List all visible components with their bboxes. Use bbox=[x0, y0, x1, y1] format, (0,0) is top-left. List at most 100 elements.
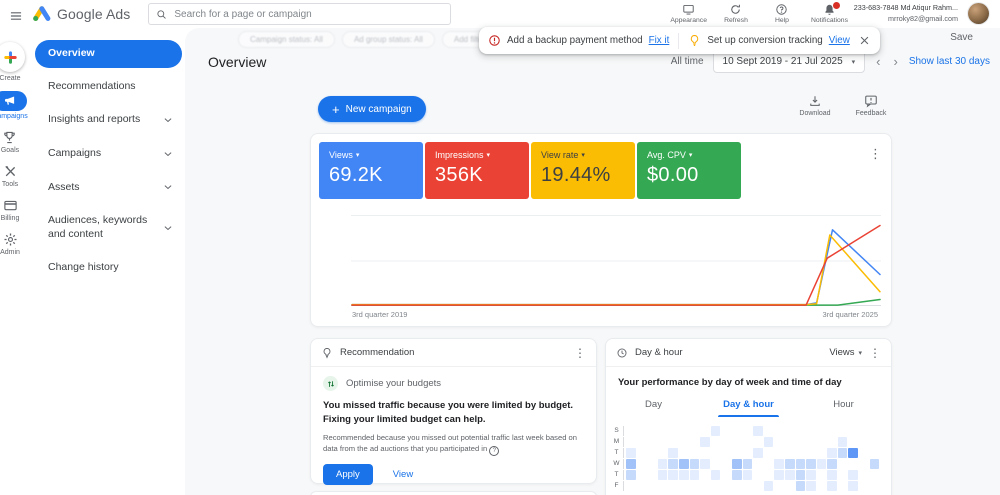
heatmap-cell[interactable] bbox=[785, 470, 795, 480]
heatmap-cell[interactable] bbox=[806, 437, 816, 447]
rail-item-campaigns[interactable]: Campaigns bbox=[0, 91, 28, 120]
avatar[interactable] bbox=[968, 3, 989, 24]
heatmap-cell[interactable] bbox=[827, 426, 837, 436]
help-icon[interactable]: ? bbox=[489, 446, 499, 456]
heatmap-cell[interactable] bbox=[647, 437, 657, 447]
filter-chip[interactable]: Campaign status: All bbox=[238, 31, 335, 48]
heatmap-cell[interactable] bbox=[668, 481, 678, 491]
heatmap-cell[interactable] bbox=[774, 437, 784, 447]
prev-period-button[interactable]: ‹ bbox=[874, 55, 882, 68]
tab-day-hour[interactable]: Day & hour bbox=[701, 392, 796, 417]
heatmap-cell[interactable] bbox=[700, 459, 710, 469]
heatmap-cell[interactable] bbox=[711, 437, 721, 447]
heatmap-cell[interactable] bbox=[838, 426, 848, 436]
heatmap-cell[interactable] bbox=[690, 459, 700, 469]
heatmap-cell[interactable] bbox=[658, 459, 668, 469]
sidebar-item-overview[interactable]: Overview bbox=[35, 40, 182, 68]
heatmap-cell[interactable] bbox=[817, 470, 827, 480]
heatmap-cell[interactable] bbox=[774, 470, 784, 480]
heatmap-cell[interactable] bbox=[626, 437, 636, 447]
heatmap-cell[interactable] bbox=[859, 470, 869, 480]
heatmap-cell[interactable] bbox=[732, 481, 742, 491]
heatmap-cell[interactable] bbox=[753, 459, 763, 469]
account-info[interactable]: 233-683-7848 Md Atiqur Rahm... mrroky82@… bbox=[854, 3, 958, 25]
heatmap-cell[interactable] bbox=[753, 481, 763, 491]
heatmap-cell[interactable] bbox=[753, 470, 763, 480]
heatmap-cell[interactable] bbox=[668, 448, 678, 458]
heatmap-cell[interactable] bbox=[774, 481, 784, 491]
heatmap-cell[interactable] bbox=[732, 437, 742, 447]
heatmap-cell[interactable] bbox=[658, 426, 668, 436]
heatmap-cell[interactable] bbox=[732, 448, 742, 458]
scorecard-avg-cpv[interactable]: Avg. CPV▾$0.00 bbox=[637, 142, 741, 199]
metric-selector[interactable]: Views ▾ bbox=[829, 347, 862, 358]
sidebar-item-change-history[interactable]: Change history bbox=[35, 253, 182, 283]
megaphone-icon-pill[interactable] bbox=[0, 91, 27, 111]
heatmap-cell[interactable] bbox=[838, 448, 848, 458]
global-search[interactable] bbox=[148, 3, 451, 25]
heatmap-cell[interactable] bbox=[721, 437, 731, 447]
heatmap-cell[interactable] bbox=[626, 426, 636, 436]
heatmap-cell[interactable] bbox=[870, 470, 880, 480]
heatmap-cell[interactable] bbox=[637, 448, 647, 458]
download-button[interactable]: Download bbox=[795, 94, 835, 117]
heatmap-cell[interactable] bbox=[743, 448, 753, 458]
heatmap-cell[interactable] bbox=[711, 448, 721, 458]
heatmap-cell[interactable] bbox=[743, 426, 753, 436]
heatmap-cell[interactable] bbox=[679, 448, 689, 458]
next-period-button[interactable]: › bbox=[891, 55, 899, 68]
heatmap-cell[interactable] bbox=[774, 459, 784, 469]
heatmap-cell[interactable] bbox=[753, 437, 763, 447]
heatmap-cell[interactable] bbox=[806, 481, 816, 491]
help-button[interactable]: Help bbox=[765, 1, 799, 24]
heatmap-cell[interactable] bbox=[838, 470, 848, 480]
heatmap-cell[interactable] bbox=[817, 481, 827, 491]
heatmap-cell[interactable] bbox=[848, 459, 858, 469]
heatmap-cell[interactable] bbox=[679, 426, 689, 436]
heatmap-cell[interactable] bbox=[721, 459, 731, 469]
notifications-button[interactable]: Notifications bbox=[811, 1, 848, 24]
heatmap-cell[interactable] bbox=[700, 448, 710, 458]
heatmap-cell[interactable] bbox=[796, 470, 806, 480]
heatmap-cell[interactable] bbox=[848, 470, 858, 480]
heatmap-cell[interactable] bbox=[637, 437, 647, 447]
sidebar-item-audiences-keywords-and-content[interactable]: Audiences, keywords and content bbox=[35, 206, 182, 249]
new-campaign-button[interactable]: + New campaign bbox=[318, 96, 426, 122]
view-recommendation-link[interactable]: View bbox=[393, 469, 413, 480]
heatmap-cell[interactable] bbox=[796, 459, 806, 469]
heatmap-cell[interactable] bbox=[658, 470, 668, 480]
heatmap-cell[interactable] bbox=[743, 481, 753, 491]
heatmap-cell[interactable] bbox=[859, 426, 869, 436]
heatmap-cell[interactable] bbox=[764, 470, 774, 480]
heatmap-cell[interactable] bbox=[838, 437, 848, 447]
heatmap-cell[interactable] bbox=[626, 481, 636, 491]
rail-item-tools[interactable]: Tools bbox=[2, 163, 18, 188]
heatmap-cell[interactable] bbox=[721, 470, 731, 480]
heatmap-cell[interactable] bbox=[732, 426, 742, 436]
sidebar-item-insights-and-reports[interactable]: Insights and reports bbox=[35, 105, 182, 135]
heatmap-cell[interactable] bbox=[753, 426, 763, 436]
heatmap-cell[interactable] bbox=[785, 426, 795, 436]
heatmap-cell[interactable] bbox=[870, 437, 880, 447]
show-last-30-days-link[interactable]: Show last 30 days bbox=[909, 56, 990, 67]
heatmap-cell[interactable] bbox=[764, 459, 774, 469]
heatmap-cell[interactable] bbox=[774, 448, 784, 458]
create-button[interactable] bbox=[0, 42, 25, 72]
heatmap-cell[interactable] bbox=[838, 459, 848, 469]
close-icon[interactable] bbox=[858, 34, 871, 47]
heatmap-cell[interactable] bbox=[806, 470, 816, 480]
heatmap-cell[interactable] bbox=[870, 459, 880, 469]
heatmap-cell[interactable] bbox=[848, 426, 858, 436]
heatmap-cell[interactable] bbox=[658, 481, 668, 491]
heatmap-cell[interactable] bbox=[796, 481, 806, 491]
heatmap-cell[interactable] bbox=[764, 448, 774, 458]
heatmap-cell[interactable] bbox=[668, 459, 678, 469]
heatmap-cell[interactable] bbox=[647, 470, 657, 480]
refresh-button[interactable]: Refresh bbox=[719, 1, 753, 24]
heatmap-cell[interactable] bbox=[806, 459, 816, 469]
heatmap-cell[interactable] bbox=[764, 437, 774, 447]
heatmap-cell[interactable] bbox=[848, 437, 858, 447]
heatmap-cell[interactable] bbox=[859, 481, 869, 491]
heatmap-cell[interactable] bbox=[764, 481, 774, 491]
heatmap-cell[interactable] bbox=[785, 459, 795, 469]
